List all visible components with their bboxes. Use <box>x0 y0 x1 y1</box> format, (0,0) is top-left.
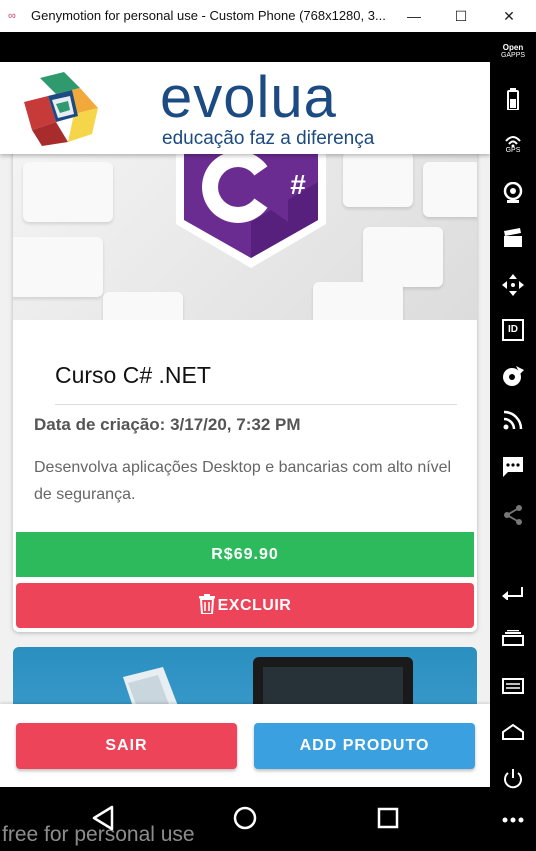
csharp-logo-icon: # <box>176 142 326 268</box>
creation-date-value: 3/17/20, 7:32 PM <box>170 415 301 434</box>
genymotion-sidebar: Open GAPPS GPS ID <box>490 32 536 851</box>
gps-button[interactable]: GPS <box>499 135 527 163</box>
price-button[interactable]: R$69.90 <box>16 532 474 577</box>
id-icon: ID <box>502 319 524 341</box>
device-id-button[interactable]: ID <box>499 319 527 347</box>
recent-windows-icon <box>502 630 524 646</box>
share-icon <box>504 505 522 525</box>
trash-icon <box>198 594 215 615</box>
rss-icon <box>503 410 523 430</box>
brand-name: evolua <box>160 65 337 130</box>
message-icon <box>503 457 523 477</box>
home-icon[interactable] <box>228 801 262 835</box>
status-bar <box>0 32 490 62</box>
side-menu-button[interactable] <box>499 678 527 706</box>
watermark-text: free for personal use <box>2 823 195 846</box>
creation-date-label: Data de criação: <box>34 415 166 434</box>
menu-icon <box>502 678 524 694</box>
course-title: Curso C# .NET <box>55 362 211 388</box>
camera-button[interactable] <box>499 182 527 210</box>
exit-button[interactable]: SAIR <box>16 723 237 769</box>
share-button[interactable] <box>499 504 527 532</box>
app-header: evolua educação faz a diferença <box>0 62 490 154</box>
delete-button[interactable]: EXCLUIR <box>16 583 474 628</box>
window-titlebar: ∞ Genymotion for personal use - Custom P… <box>0 0 536 33</box>
window-title: Genymotion for personal use - Custom Pho… <box>31 8 386 23</box>
battery-button[interactable] <box>499 88 527 116</box>
battery-icon <box>507 88 519 110</box>
add-product-button[interactable]: ADD PRODUTO <box>254 723 475 769</box>
course-description: Desenvolva aplicações Desktop e bancaria… <box>34 459 452 503</box>
evolua-logo-icon <box>24 72 98 146</box>
network-button[interactable] <box>499 410 527 438</box>
home-outline-icon <box>502 724 524 740</box>
side-home-button[interactable] <box>499 724 527 752</box>
back-arrow-icon <box>502 587 523 600</box>
maximize-button[interactable]: ☐ <box>449 6 473 26</box>
divider <box>55 404 457 405</box>
more-button[interactable] <box>499 816 527 844</box>
disk-icon <box>503 366 524 386</box>
move-arrows-icon <box>502 274 524 296</box>
opengapps-button[interactable]: Open GAPPS <box>499 44 527 72</box>
course-image: # <box>13 142 477 320</box>
recent-apps-icon[interactable] <box>371 801 405 835</box>
minimize-button[interactable]: — <box>402 6 426 26</box>
power-icon <box>504 769 522 789</box>
gps-label: GPS <box>505 147 521 154</box>
opengapps-label-top: Open <box>502 43 524 52</box>
clapperboard-icon <box>504 228 522 247</box>
delete-label: EXCLUIR <box>217 597 292 614</box>
side-recent-button[interactable] <box>499 630 527 658</box>
capture-button[interactable] <box>499 228 527 256</box>
creation-date: Data de criação: 3/17/20, 7:32 PM <box>34 415 301 435</box>
more-dots-icon <box>502 817 524 823</box>
disk-button[interactable] <box>499 366 527 394</box>
bottom-action-bar: SAIR ADD PRODUTO <box>0 704 490 787</box>
opengapps-label-bottom: GAPPS <box>500 52 526 59</box>
sms-button[interactable] <box>499 456 527 484</box>
webcam-icon <box>503 182 523 203</box>
product-card: # Curso C# .NET Data de criação: 3/17/20… <box>13 142 477 632</box>
side-back-button[interactable] <box>499 584 527 612</box>
csharp-hash-symbol: # <box>290 169 306 200</box>
gps-icon <box>505 136 521 147</box>
power-button[interactable] <box>499 768 527 796</box>
genymotion-logo-icon: ∞ <box>8 10 16 22</box>
close-button[interactable]: ✕ <box>497 6 521 26</box>
brand-tagline: educação faz a diferença <box>162 128 375 149</box>
dpad-button[interactable] <box>499 274 527 302</box>
phone-screen: evolua educação faz a diferença # Curso … <box>0 32 490 787</box>
